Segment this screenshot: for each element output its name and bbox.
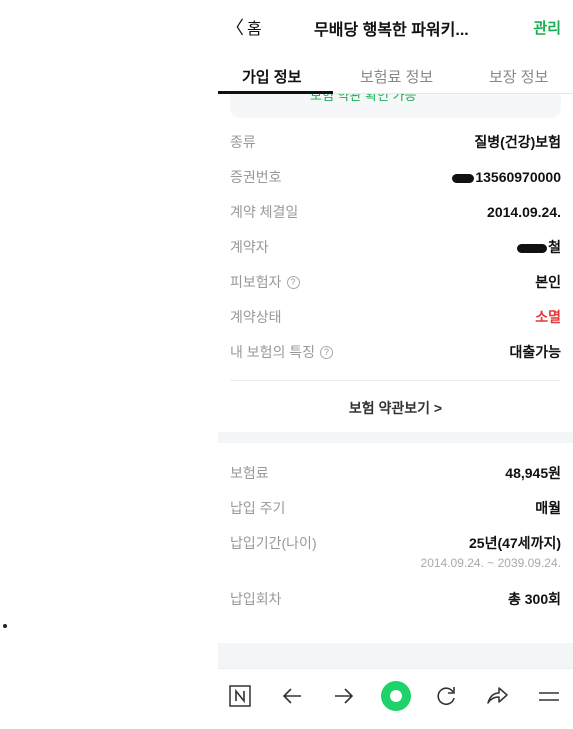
back-button[interactable]: 〈 홈 — [226, 14, 262, 40]
row-period: 납입기간(나이) 25년(47세까지) — [230, 531, 561, 555]
help-icon[interactable]: ? — [320, 345, 334, 359]
section-separator — [218, 643, 573, 668]
row-features: 내 보험의 특징? 대출가능 — [230, 340, 561, 364]
period-value: 25년(47세까지) — [469, 535, 561, 551]
row-cycle: 납입 주기 매월 — [230, 496, 561, 520]
stray-dot — [3, 624, 7, 628]
top-bar: 〈 홈 무배당 행복한 파워키... 관리 — [218, 0, 573, 54]
row-status: 계약상태 소멸 — [230, 305, 561, 329]
policy-number-value: 13560970000 — [452, 169, 561, 185]
row-type: 종류 질병(건강)보험 — [230, 130, 561, 154]
premium-label: 보험료 — [230, 465, 269, 481]
period-label: 납입기간(나이) — [230, 535, 317, 551]
row-insured: 피보험자? 본인 — [230, 270, 561, 294]
contract-date-label: 계약 체결일 — [230, 204, 299, 220]
row-policy-number: 증권번호 13560970000 — [230, 165, 561, 189]
cycle-value: 매월 — [535, 500, 561, 516]
contractor-value: 철 — [517, 237, 561, 257]
banner-text: 보험 약관 확인 가능 — [310, 94, 417, 103]
type-label: 종류 — [230, 134, 256, 150]
divider — [230, 380, 561, 381]
share-icon[interactable] — [484, 683, 510, 709]
row-count: 납입회차 총 300회 — [230, 587, 561, 611]
scrolled-banner[interactable]: 보험 약관 확인 가능 — [230, 94, 561, 118]
policy-number-text: 13560970000 — [475, 169, 561, 185]
status-value: 소멸 — [535, 309, 561, 325]
chevron-left-icon: 〈 — [226, 18, 244, 39]
redaction-mark — [452, 173, 475, 183]
premium-value: 48,945원 — [505, 465, 561, 481]
tab-coverage-info[interactable]: 보장 정보 — [489, 66, 548, 87]
menu-icon[interactable] — [536, 683, 562, 709]
contractor-text: 철 — [548, 239, 561, 255]
arrow-left-icon[interactable] — [279, 683, 305, 709]
count-label: 납입회차 — [230, 591, 282, 607]
cycle-label: 납입 주기 — [230, 500, 286, 516]
manage-button[interactable]: 관리 — [533, 17, 561, 38]
page-title: 무배당 행복한 파워키... — [314, 22, 469, 39]
features-value: 대출가능 — [509, 344, 561, 360]
tab-subscription-info[interactable]: 가입 정보 — [242, 66, 301, 87]
policy-number-label: 증권번호 — [230, 169, 282, 185]
status-label: 계약상태 — [230, 309, 282, 325]
n-logo-icon[interactable] — [227, 683, 253, 709]
tab-bar: 가입 정보 보험료 정보 보장 정보 — [218, 56, 573, 94]
arrow-right-icon[interactable] — [331, 683, 357, 709]
back-label: 홈 — [247, 21, 262, 38]
help-icon[interactable]: ? — [286, 275, 300, 289]
period-dates: 2014.09.24. ~ 2039.09.24. — [420, 556, 561, 570]
home-dot-icon[interactable] — [380, 680, 412, 712]
contractor-label: 계약자 — [230, 239, 269, 255]
section-separator — [218, 432, 573, 443]
insured-value: 본인 — [535, 274, 561, 290]
refresh-icon[interactable] — [433, 683, 459, 709]
features-label[interactable]: 내 보험의 특징? — [230, 342, 334, 362]
features-label-text: 내 보험의 특징 — [230, 344, 316, 360]
row-contractor: 계약자 철 — [230, 235, 561, 259]
row-premium: 보험료 48,945원 — [230, 461, 561, 485]
insured-label[interactable]: 피보험자? — [230, 272, 300, 292]
phone-screen: 〈 홈 무배당 행복한 파워키... 관리 가입 정보 보험료 정보 보장 정보… — [218, 0, 573, 729]
terms-link[interactable]: 보험 약관보기 > — [218, 398, 573, 418]
tab-premium-info[interactable]: 보험료 정보 — [360, 66, 433, 87]
contract-date-value: 2014.09.24. — [487, 204, 561, 220]
redaction-mark — [517, 243, 548, 253]
insured-label-text: 피보험자 — [230, 274, 282, 290]
count-value: 총 300회 — [507, 591, 561, 607]
type-value: 질병(건강)보험 — [474, 134, 561, 150]
browser-bottom-bar — [218, 668, 573, 729]
row-contract-date: 계약 체결일 2014.09.24. — [230, 200, 561, 224]
